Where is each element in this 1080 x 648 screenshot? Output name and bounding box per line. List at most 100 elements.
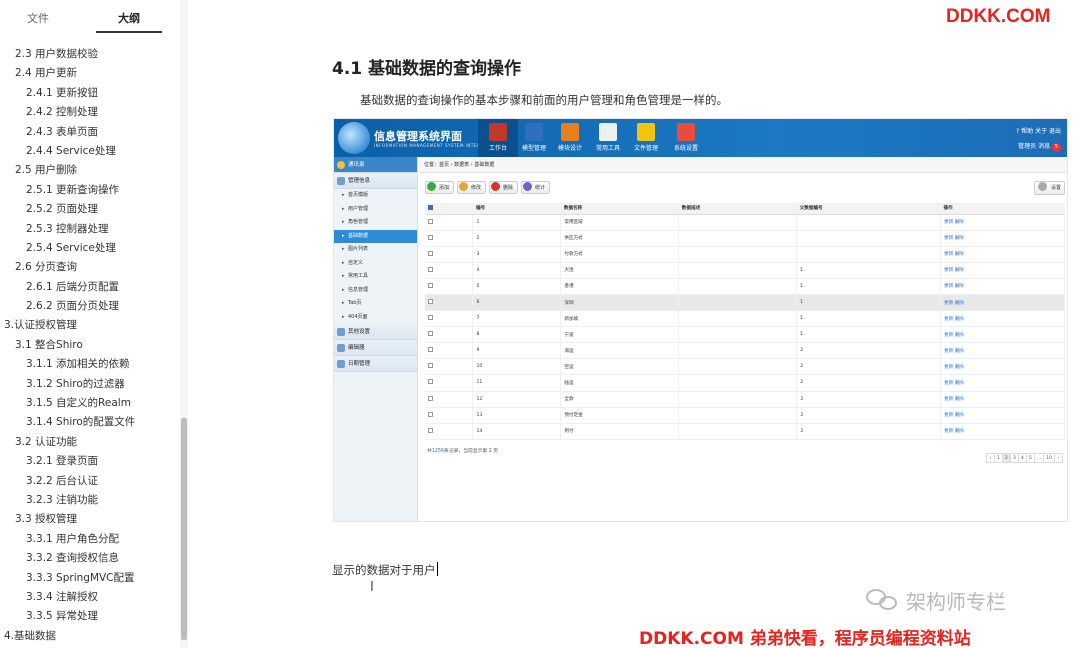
row-actions[interactable]: 更新 删除	[940, 391, 1065, 408]
outline-item[interactable]: 3.3 授权管理	[0, 510, 180, 529]
outline-item[interactable]: 4.基础数据	[0, 627, 180, 646]
nav-item[interactable]: 常用工具	[334, 270, 417, 284]
nav-item[interactable]: Tab页	[334, 297, 417, 311]
nav-item[interactable]: 图片列表	[334, 243, 417, 257]
nav-item[interactable]: 404页面	[334, 311, 417, 325]
outline-item[interactable]: 3.2.2 后台认证	[0, 472, 180, 491]
row-checkbox[interactable]	[428, 250, 433, 256]
outline-item[interactable]: 3.3.2 查询授权信息	[0, 549, 180, 568]
outline-item[interactable]: 3.3.1 用户角色分配	[0, 530, 180, 549]
row-actions[interactable]: 更新 删除	[940, 342, 1065, 360]
outline-item[interactable]: 2.4.2 控制处理	[0, 103, 180, 122]
outline-item[interactable]: 2.5.4 Service处理	[0, 239, 180, 258]
outline-item[interactable]: 3.2 认证功能	[0, 433, 180, 452]
outline-scrollbar-thumb[interactable]	[181, 418, 187, 640]
nav-item[interactable]: 用户管理	[334, 203, 417, 217]
row-checkbox[interactable]	[428, 266, 433, 272]
table-row[interactable]: 13 预付定金 3 更新 删除	[425, 407, 1065, 424]
table-row[interactable]: 1 常用区域 更新 删除	[425, 214, 1065, 231]
outline-item[interactable]: 3.1 整合Shiro	[0, 336, 180, 355]
nav-item[interactable]: 首页模版	[334, 189, 417, 203]
row-checkbox[interactable]	[428, 347, 433, 353]
table-row[interactable]: 11 陆运 2 更新 删除	[425, 374, 1065, 392]
nav-section-contacts[interactable]: 通讯录	[334, 157, 417, 173]
outline-item[interactable]: 2.4.3 表单页面	[0, 123, 180, 142]
outline-item[interactable]: 3.3.3 SpringMVC配置	[0, 569, 180, 588]
row-actions[interactable]: 更新 删除	[940, 423, 1065, 440]
outline-item[interactable]: 2.4.1 更新按钮	[0, 84, 180, 103]
row-checkbox[interactable]	[428, 315, 433, 321]
outline-item[interactable]: 2.3 用户数据校验	[0, 45, 180, 64]
table-row[interactable]: 10 空运 2 更新 删除	[425, 358, 1065, 376]
nav-button-6[interactable]: 系统设置	[666, 119, 706, 157]
column-header[interactable]	[425, 203, 473, 215]
outline-item[interactable]: 2.6.2 页面分页处理	[0, 297, 180, 316]
nav-button-5[interactable]: 文件管理	[626, 119, 666, 157]
outline-item[interactable]: 2.5 用户删除	[0, 161, 180, 180]
tab-outline[interactable]: 大纲	[118, 10, 140, 26]
table-row[interactable]: 5 香港 1 更新 删除	[425, 278, 1065, 295]
nav-section[interactable]: 编辑器	[334, 340, 417, 356]
row-actions[interactable]: 更新 删除	[940, 407, 1065, 424]
outline-item[interactable]: 2.5.3 控制器处理	[0, 220, 180, 239]
nav-section-management[interactable]: 管理信息	[334, 173, 417, 189]
outline-item[interactable]: 2.5.2 页面处理	[0, 200, 180, 219]
row-actions[interactable]: 更新 删除	[940, 278, 1065, 295]
row-checkbox[interactable]	[428, 299, 433, 305]
outline-item[interactable]: 2.4 用户更新	[0, 64, 180, 83]
nav-button-4[interactable]: 常用工具	[588, 119, 628, 157]
row-checkbox[interactable]	[428, 218, 433, 224]
row-actions[interactable]: 更新 删除	[940, 374, 1065, 392]
toolbar-button[interactable]: 删除	[489, 181, 519, 194]
outline-item[interactable]: 3.2.1 登录页面	[0, 452, 180, 471]
toolbar-button[interactable]: 修改	[457, 181, 487, 194]
row-checkbox[interactable]	[428, 331, 433, 337]
outline-item[interactable]: 2.4.4 Service处理	[0, 142, 180, 161]
nav-item[interactable]: 信息管理	[334, 284, 417, 298]
settings-button[interactable]: 设置	[1034, 181, 1065, 195]
row-checkbox[interactable]	[428, 234, 433, 240]
row-actions[interactable]: 更新 删除	[940, 246, 1065, 263]
outline-item[interactable]: 3.1.2 Shiro的过滤器	[0, 375, 180, 394]
outline-item[interactable]: 2.6 分页查询	[0, 258, 180, 277]
nav-item[interactable]: 自定义	[334, 257, 417, 271]
outline-item[interactable]: 3.3.5 异常处理	[0, 607, 180, 626]
row-checkbox[interactable]	[428, 427, 433, 433]
row-actions[interactable]: 更新 删除	[940, 262, 1065, 279]
row-actions[interactable]: 更新 删除	[940, 310, 1065, 328]
table-row[interactable]: 7 新加坡 1 更新 删除	[425, 310, 1065, 328]
toolbar-button[interactable]: 添加	[425, 181, 455, 194]
nav-section[interactable]: 日期管理	[334, 356, 417, 372]
table-row[interactable]: 14 到付 3 更新 删除	[425, 423, 1065, 440]
row-actions[interactable]: 更新 删除	[940, 326, 1065, 344]
table-row[interactable]: 4 大连 1 更新 删除	[425, 262, 1065, 279]
nav-section[interactable]: 其他设置	[334, 324, 417, 340]
nav-button-2[interactable]: 模型管理	[514, 119, 554, 157]
row-checkbox[interactable]	[428, 282, 433, 288]
top-links[interactable]: ? 帮助 关于 退出	[1016, 126, 1061, 135]
outline-item[interactable]: 3.1.5 自定义的Realm	[0, 394, 180, 413]
table-row[interactable]: 9 海运 2 更新 删除	[425, 342, 1065, 360]
select-all-checkbox[interactable]	[428, 204, 433, 210]
nav-item[interactable]: 基础数据	[334, 229, 417, 243]
outline-item[interactable]: 3.1.4 Shiro的配置文件	[0, 413, 180, 432]
row-checkbox[interactable]	[428, 379, 433, 385]
row-checkbox[interactable]	[428, 363, 433, 369]
outline-item[interactable]: 2.5.1 更新查询操作	[0, 181, 180, 200]
row-actions[interactable]: 更新 删除	[940, 294, 1065, 312]
table-row[interactable]: 12 全款 3 更新 删除	[425, 391, 1065, 408]
outline-item[interactable]: 3.3.4 注解授权	[0, 588, 180, 607]
row-actions[interactable]: 更新 删除	[940, 358, 1065, 376]
outline-item[interactable]: 3.认证授权管理	[0, 316, 180, 335]
table-row[interactable]: 6 深圳 1 更新 删除	[425, 294, 1065, 312]
row-actions[interactable]: 更新 删除	[940, 230, 1065, 247]
outline-item[interactable]: 2.6.1 后端分页配置	[0, 278, 180, 297]
tab-file[interactable]: 文件	[27, 10, 49, 26]
nav-button-1[interactable]: 工作台	[478, 119, 518, 157]
toolbar-button[interactable]: 统计	[521, 181, 551, 194]
outline-item[interactable]: 3.1.1 添加相关的依赖	[0, 355, 180, 374]
nav-item[interactable]: 角色管理	[334, 216, 417, 230]
user-line[interactable]: 管理员 消息	[1018, 143, 1050, 150]
row-actions[interactable]: 更新 删除	[940, 214, 1065, 231]
body-text-editing[interactable]: 显示的数据对于用户	[332, 562, 438, 578]
